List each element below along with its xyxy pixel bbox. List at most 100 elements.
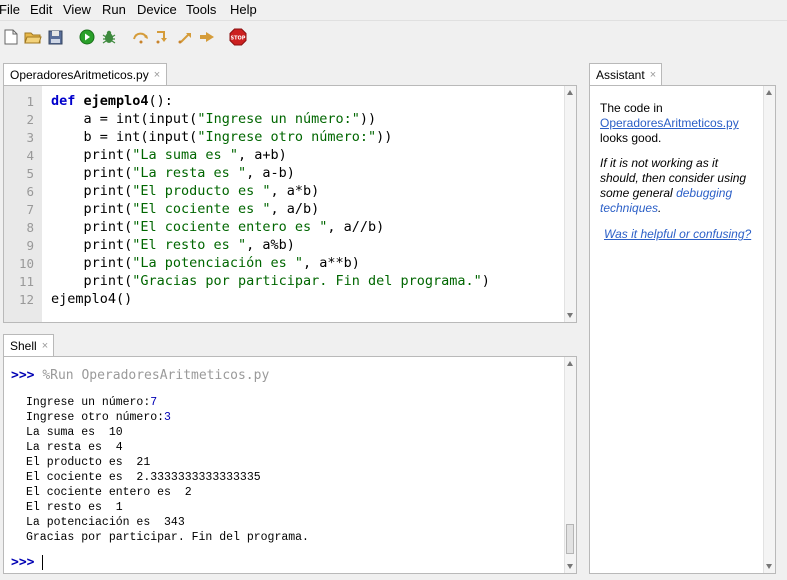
open-folder-icon[interactable] <box>23 27 43 47</box>
run-icon[interactable] <box>77 27 97 47</box>
tab-editor-file[interactable]: OperadoresAritmeticos.py × <box>3 63 167 85</box>
line-number: 3 <box>26 130 34 145</box>
code-token: , a-b) <box>246 165 295 181</box>
line-number: 4 <box>26 148 34 163</box>
tab-assistant[interactable]: Assistant × <box>589 63 662 85</box>
code-token: print( <box>51 219 133 235</box>
scrollbar-thumb[interactable] <box>566 524 574 554</box>
shell-output-line: Gracias por participar. Fin del programa… <box>26 531 309 544</box>
line-number: 6 <box>26 184 34 199</box>
shell-output-text: La resta es 4 <box>26 441 123 454</box>
assistant-tab-label: Assistant <box>596 67 645 82</box>
code-token: , a//b) <box>327 219 385 235</box>
step-into-icon[interactable] <box>153 27 173 47</box>
assistant-file-link[interactable]: OperadoresAritmeticos.py <box>600 116 739 131</box>
code-token: print( <box>51 183 133 199</box>
stop-icon[interactable]: STOP <box>228 27 248 47</box>
line-number: 8 <box>26 220 34 235</box>
shell-scrollbar[interactable] <box>564 357 576 573</box>
code-token: )) <box>359 111 377 127</box>
menu-edit[interactable]: Edit <box>30 2 52 17</box>
shell-output-text: El cociente entero es 2 <box>26 486 192 499</box>
close-icon[interactable]: × <box>650 69 656 81</box>
shell-output-line: El resto es 1 <box>26 501 123 514</box>
shell-tab-label: Shell <box>10 338 37 353</box>
scroll-down-icon[interactable] <box>567 313 573 318</box>
step-over-icon[interactable] <box>131 27 151 47</box>
code-token: ejemplo4 <box>83 93 149 109</box>
shell-output-line: La potenciación es 343 <box>26 516 185 529</box>
menu-device[interactable]: Device <box>137 2 177 17</box>
debugging-link[interactable]: debugging <box>676 186 732 200</box>
shell-prompt: >>> <box>11 368 35 383</box>
tab-shell[interactable]: Shell × <box>3 334 54 356</box>
code-token: ) <box>481 273 490 289</box>
assistant-hint: If it is not working as it should, then … <box>600 156 746 216</box>
editor-tab-label: OperadoresAritmeticos.py <box>10 67 149 82</box>
scroll-down-icon[interactable] <box>567 564 573 569</box>
menu-view[interactable]: View <box>63 2 91 17</box>
code-line: print("Gracias por participar. Fin del p… <box>51 273 490 289</box>
code-token: "La suma es " <box>132 147 238 163</box>
assistant-hint-line: should, then consider using <box>600 171 747 185</box>
code-token: , a*b) <box>270 183 320 199</box>
code-token: print( <box>51 255 133 271</box>
menu-file[interactable]: File <box>0 2 20 17</box>
debug-icon[interactable] <box>99 27 119 47</box>
code-line: print("El producto es ", a*b) <box>51 183 320 199</box>
code-token: "Ingrese otro número:" <box>197 129 377 145</box>
assistant-scrollbar[interactable] <box>763 86 775 573</box>
shell-output-line: El cociente es 2.3333333333333335 <box>26 471 261 484</box>
assistant-hint-line: If it is not working as it <box>600 156 719 170</box>
shell-input-line[interactable]: >>> <box>11 555 44 570</box>
shell-output-text: La suma es 10 <box>26 426 123 439</box>
step-out-icon[interactable] <box>176 27 196 47</box>
scroll-up-icon[interactable] <box>766 90 772 95</box>
menu-run[interactable]: Run <box>102 2 126 17</box>
code-token: print( <box>51 237 133 253</box>
shell-output-line: El cociente entero es 2 <box>26 486 192 499</box>
shell-user-input: 7 <box>150 396 158 409</box>
shell-user-input: 3 <box>164 411 171 424</box>
code-token: def <box>51 93 84 109</box>
new-file-icon[interactable] <box>1 27 21 47</box>
feedback-link[interactable]: Was it helpful or confusing? <box>604 227 751 242</box>
code-line: print("La resta es ", a-b) <box>51 165 295 181</box>
code-token: print( <box>51 273 133 289</box>
assistant-hint-line: some general <box>600 186 673 200</box>
shell-output-text: El cociente es 2.3333333333333335 <box>26 471 261 484</box>
save-icon[interactable] <box>45 27 65 47</box>
code-line: print("La suma es ", a+b) <box>51 147 287 163</box>
code-token: "La resta es " <box>132 165 247 181</box>
menu-help[interactable]: Help <box>230 2 257 17</box>
resume-icon[interactable] <box>197 27 217 47</box>
code-line: a = int(input("Ingrese un número:")) <box>51 111 377 127</box>
assistant-panel: The code in OperadoresAritmeticos.py loo… <box>589 85 776 574</box>
editor-scrollbar[interactable] <box>564 86 576 322</box>
code-token: "El cociente es " <box>132 201 271 217</box>
shell-output-text: Gracias por participar. Fin del programa… <box>26 531 309 544</box>
scroll-up-icon[interactable] <box>567 361 573 366</box>
shell-console[interactable]: >>> %Run OperadoresAritmeticos.py Ingres… <box>3 356 577 574</box>
scroll-up-icon[interactable] <box>567 90 573 95</box>
line-number: 5 <box>26 166 34 181</box>
code-line: print("El cociente es ", a/b) <box>51 201 320 217</box>
close-icon[interactable]: × <box>42 340 48 352</box>
line-number: 2 <box>26 112 34 127</box>
code-token: "La potenciación es " <box>132 255 303 271</box>
code-editor[interactable]: 1 def ejemplo4(): 2 a = int(input("Ingrese… <box>3 85 577 323</box>
code-token: (): <box>148 93 173 109</box>
shell-output-text: Ingrese un número: <box>26 396 151 409</box>
techniques-link[interactable]: techniques <box>600 201 658 215</box>
scroll-down-icon[interactable] <box>766 564 772 569</box>
shell-output-line: La suma es 10 <box>26 426 123 439</box>
menu-tools[interactable]: Tools <box>186 2 216 17</box>
shell-output-text: Ingrese otro número: <box>26 411 165 424</box>
code-token: print( <box>51 201 133 217</box>
close-icon[interactable]: × <box>154 69 160 81</box>
shell-output-line: Ingrese un número:7 <box>26 396 157 409</box>
code-token: print( <box>51 165 133 181</box>
code-token: "El producto es " <box>132 183 271 199</box>
code-token: , a+b) <box>237 147 287 163</box>
shell-output-line: La resta es 4 <box>26 441 123 454</box>
